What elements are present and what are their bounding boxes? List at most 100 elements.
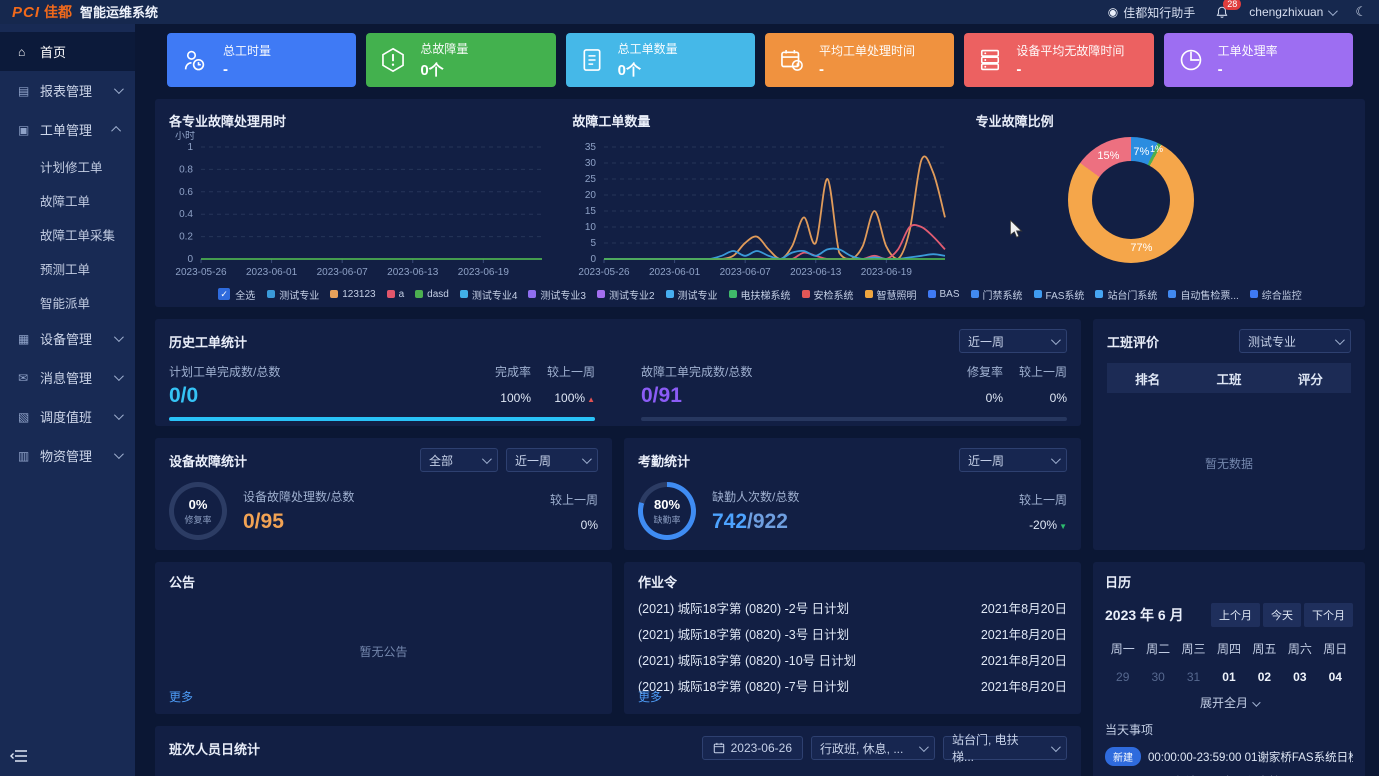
weekday-label: 周二 [1140,640,1175,657]
user-menu[interactable]: chengzhixuan [1249,5,1335,19]
history-range-select[interactable]: 近一周 [959,329,1067,353]
chart-fault-duration: 各专业故障处理用时 00.20.40.60.81小时2023-05-262023… [155,99,558,281]
stat-card-label: 总故障量 [420,40,468,57]
prev-month-button[interactable]: 上个月 [1211,603,1260,627]
sidebar-item-messages[interactable]: ✉ 消息管理 [0,358,135,397]
stat-card-label: 工单处理率 [1218,42,1278,59]
theme-toggle[interactable]: ☾ [1355,4,1367,20]
charts-panel: 各专业故障处理用时 00.20.40.60.81小时2023-05-262023… [155,99,1365,307]
sidebar-item-devices[interactable]: ▦ 设备管理 [0,319,135,358]
legend-item[interactable]: 综合监控 [1250,287,1302,302]
attendance-range-select[interactable]: 近一周 [959,448,1067,472]
device-range-select[interactable]: 近一周 [506,448,598,472]
logo: PCI 佳都 智能运维系统 [12,2,158,22]
stat-card-process-rate: 工单处理率- [1164,33,1353,87]
svg-text:2023-06-07: 2023-06-07 [317,267,369,278]
legend-item[interactable]: 123123 [330,289,375,300]
trend-up-icon: ▲ [587,395,595,404]
calendar-event[interactable]: 新建 00:00:00-23:59:00 01谢家桥FAS系统日检 [1105,747,1353,766]
shift-type-select[interactable]: 行政班, 休息, ... [811,736,935,760]
stat-card-label: 平均工单处理时间 [819,42,915,59]
legend-swatch [460,290,468,298]
legend-swatch [387,290,395,298]
sidebar-item-home[interactable]: ⌂ 首页 [0,32,135,71]
assistant-icon: ◉ [1108,6,1118,18]
panel-title: 考勤统计 [638,451,951,470]
stat-cards-row: 总工时量- 总故障量0个 总工单数量0个 平均工单处理时间- 设备平均无故障时间… [167,33,1353,87]
sidebar-item-scheduling[interactable]: ▧ 调度值班 [0,397,135,436]
workorder-row[interactable]: (2021) 城际18字第 (0820) -10号 日计划2021年8月20日 [638,646,1067,672]
fault-workorder-value: 0/91 [641,384,939,408]
chart-title: 各专业故障处理用时 [155,99,558,130]
select-all-checkbox[interactable]: ✓ 全选 [218,287,255,302]
sidebar-item-materials[interactable]: ▥ 物资管理 [0,436,135,475]
legend-item[interactable]: 电扶梯系统 [729,287,791,302]
legend-item[interactable]: 门禁系统 [971,287,1023,302]
notice-more-link[interactable]: 更多 [169,688,193,705]
device-filter-select[interactable]: 全部 [420,448,498,472]
workorder-row[interactable]: (2021) 城际18字第 (0820) -2号 日计划2021年8月20日 [638,594,1067,620]
legend-item[interactable]: FAS系统 [1034,287,1085,302]
panel-title: 公告 [169,572,598,591]
calendar-day[interactable]: 03 [1282,670,1317,684]
workorder-row[interactable]: (2021) 城际18字第 (0820) -3号 日计划2021年8月20日 [638,620,1067,646]
sidebar-item-smart-dispatch[interactable]: 智能派单 [0,285,135,319]
today-events-label: 当天事项 [1105,721,1353,738]
svg-text:2023-05-26: 2023-05-26 [579,267,631,278]
legend-item[interactable]: 测试专业 [267,287,319,302]
chevron-down-icon [114,410,124,420]
sidebar-item-workorders[interactable]: ▣ 工单管理 [0,110,135,149]
team-empty-text: 暂无数据 [1093,455,1365,472]
workorder-row[interactable]: (2021) 城际18字第 (0820) -7号 日计划2021年8月20日 [638,672,1067,698]
legend-item[interactable]: 测试专业 [666,287,718,302]
calendar-day[interactable]: 02 [1247,670,1282,684]
legend-item[interactable]: 测试专业4 [460,287,518,302]
calendar-day[interactable]: 30 [1140,670,1175,684]
sidebar-item-planned-workorder[interactable]: 计划修工单 [0,149,135,183]
legend-swatch [267,290,275,298]
legend-item[interactable]: 站台门系统 [1095,287,1157,302]
device-fault-panel: 设备故障统计 全部 近一周 [155,438,612,550]
next-month-button[interactable]: 下个月 [1304,603,1353,627]
calendar-day[interactable]: 01 [1211,670,1246,684]
legend-item[interactable]: 智慧照明 [865,287,917,302]
pie-rate-icon [1178,47,1204,73]
workorders-more-link[interactable]: 更多 [638,688,662,705]
today-button[interactable]: 今天 [1263,603,1301,627]
legend-item[interactable]: 测试专业3 [528,287,586,302]
sidebar-item-reports[interactable]: ▤ 报表管理 [0,71,135,110]
calendar-day[interactable]: 04 [1318,670,1353,684]
sidebar-item-fault-collection[interactable]: 故障工单采集 [0,217,135,251]
calendar-day[interactable]: 31 [1176,670,1211,684]
logo-pci: PCI [12,4,40,21]
notifications-button[interactable]: 28 [1215,5,1229,20]
expand-month-link[interactable]: 展开全月 [1105,694,1353,711]
shift-date-picker[interactable]: 2023-06-26 [702,736,803,760]
shift-system-select[interactable]: 站台门, 电扶梯... [943,736,1067,760]
legend-item[interactable]: 自动售检票... [1168,287,1238,302]
fault-workorder-metric: 故障工单完成数/总数 修复率 较上一周 0/91 0% 0% [641,363,1067,421]
stat-card-value: - [223,61,271,78]
material-icon: ▥ [18,449,40,463]
legend-item[interactable]: dasd [415,289,449,300]
svg-text:2023-06-13: 2023-06-13 [791,267,843,278]
svg-text:0.2: 0.2 [179,232,193,243]
stat-card-total-hours: 总工时量- [167,33,356,87]
absence-rate-ring: 80% 缺勤率 [638,482,696,540]
legend-item[interactable]: 安检系统 [802,287,854,302]
chevron-down-icon [114,371,124,381]
legend-item[interactable]: 测试专业2 [597,287,655,302]
weekday-label: 周一 [1105,640,1140,657]
chevron-down-icon [582,454,592,464]
sidebar-item-fault-workorder[interactable]: 故障工单 [0,183,135,217]
collapse-sidebar-button[interactable] [10,749,28,768]
moon-icon: ☾ [1355,4,1367,20]
calendar-day[interactable]: 29 [1105,670,1140,684]
legend-item[interactable]: a [387,289,405,300]
team-major-select[interactable]: 测试专业 [1239,329,1351,353]
server-icon [978,47,1002,73]
legend-item[interactable]: BAS [928,289,960,300]
sidebar-item-predict-workorder[interactable]: 预测工单 [0,251,135,285]
history-workorder-panel: 历史工单统计 近一周 计划工单完成数/总数 完成率 较上一周 [155,319,1081,426]
assistant-button[interactable]: ◉ 佳都知行助手 [1108,4,1196,21]
